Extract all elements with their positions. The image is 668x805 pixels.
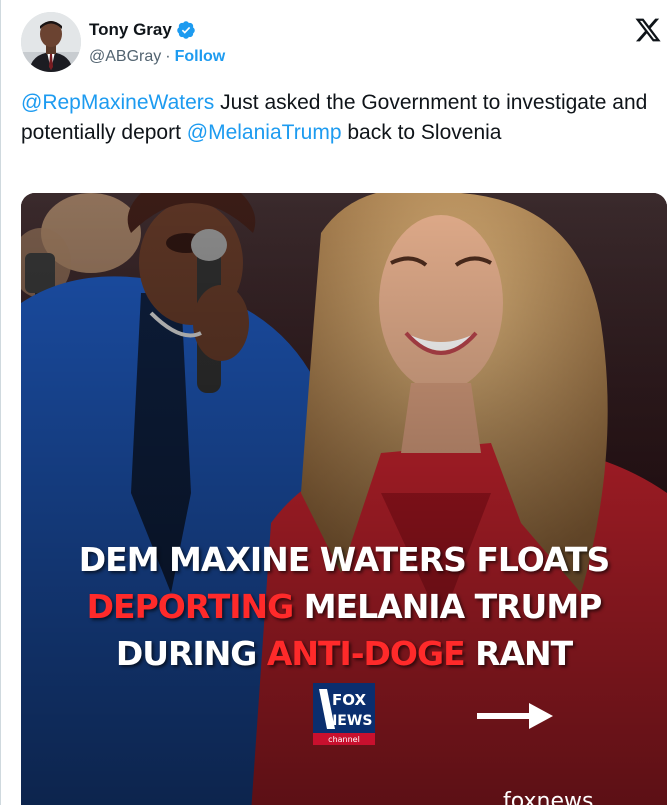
avatar-photo	[21, 12, 81, 72]
x-logo-icon[interactable]	[634, 16, 662, 44]
avatar[interactable]	[21, 12, 81, 72]
author-handle-row: @ABGray · Follow	[89, 48, 225, 66]
foxnews-watermark: foxnews	[503, 789, 594, 805]
author-name[interactable]: Tony Gray	[89, 20, 172, 40]
headline-text: RANT	[464, 634, 573, 673]
mention-link[interactable]: @MelaniaTrump	[187, 121, 342, 144]
headline-line-3: DURING ANTI-DOGE RANT	[21, 630, 667, 677]
fox-logo-bottom: channel	[328, 735, 360, 744]
author-handle[interactable]: @ABGray	[89, 48, 161, 66]
headline-line-2: DEPORTING MELANIA TRUMP	[21, 583, 667, 630]
headline-text: DURING	[115, 634, 267, 673]
fox-news-logo: FOX NEWS channel	[313, 683, 375, 745]
right-arrow-icon	[477, 703, 553, 729]
follow-button[interactable]: Follow	[175, 48, 226, 66]
handle-separator: ·	[165, 48, 171, 65]
tweet-card: Tony Gray @ABGray · Follow @RepMaxineWat…	[0, 0, 668, 805]
tweet-media-image[interactable]: DEM MAXINE WATERS FLOATS DEPORTING MELAN…	[21, 193, 667, 805]
verified-badge-icon	[177, 21, 195, 39]
headline-text: MELANIA TRUMP	[293, 587, 603, 626]
author-name-row: Tony Gray	[89, 20, 196, 40]
headline-highlight: ANTI-DOGE	[266, 634, 466, 673]
media-headline: DEM MAXINE WATERS FLOATS DEPORTING MELAN…	[21, 536, 667, 677]
fox-logo-mid: NEWS	[326, 713, 373, 729]
tweet-text-segment: back to Slovenia	[341, 121, 502, 144]
headline-highlight: DEPORTING	[86, 587, 295, 626]
tweet-header: Tony Gray @ABGray · Follow	[21, 12, 668, 74]
headline-line-1: DEM MAXINE WATERS FLOATS	[78, 540, 610, 579]
mention-link[interactable]: @RepMaxineWaters	[21, 91, 214, 114]
fox-logo-top: FOX	[332, 691, 366, 709]
tweet-text: @RepMaxineWaters Just asked the Governme…	[21, 88, 661, 148]
